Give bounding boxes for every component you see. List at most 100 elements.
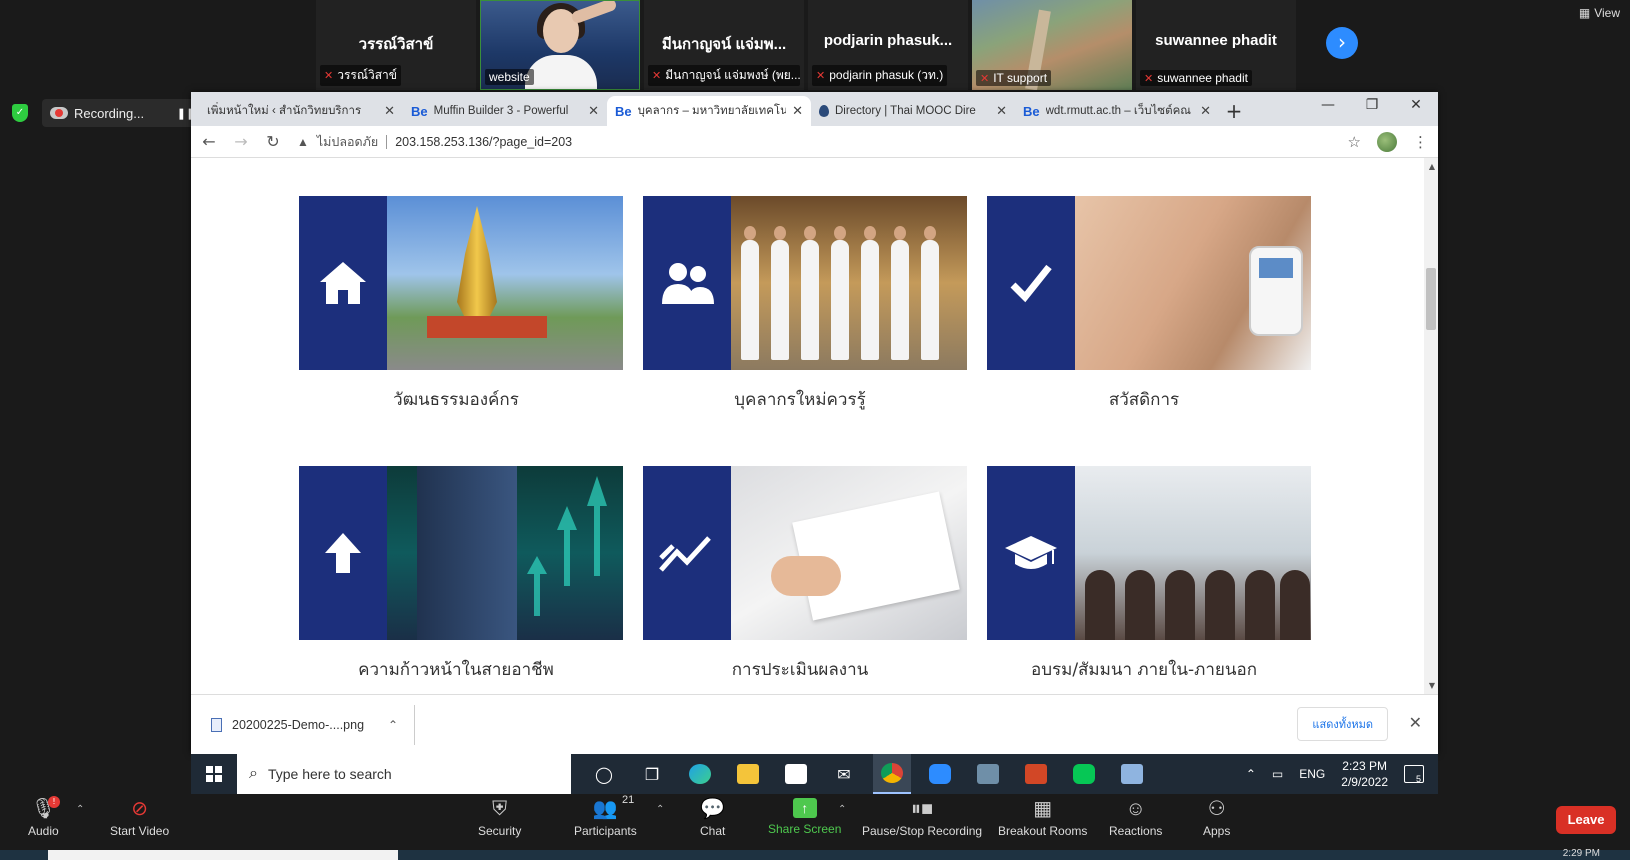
card-label[interactable]: บุคลากรใหม่ควรรู้ [643,386,967,413]
participant-tile[interactable]: วรรณ์วิสาข์ ✕ วรรณ์วิสาข์ [316,0,476,90]
line-icon[interactable] [1065,754,1103,794]
task-view-icon[interactable]: ❐ [633,754,671,794]
chat-icon: 💬 [700,798,726,820]
photos-icon[interactable] [969,754,1007,794]
tab-title: บุคลากร – มหาวิทยาลัยเทคโนโล [637,105,787,117]
mic-off-icon: ✕ [1144,72,1154,85]
new-tab-icon[interactable]: + [1219,96,1249,126]
chat-button[interactable]: 💬 Chat [700,798,725,838]
edge-icon[interactable] [681,754,719,794]
card-evaluation[interactable]: การประเมินผลงาน [643,466,967,683]
back-icon[interactable]: ← [201,132,217,151]
browser-tab[interactable]: Directory | Thai MOOC Dire ✕ [811,96,1015,126]
language-indicator[interactable]: ENG [1299,767,1325,781]
browser-tab[interactable]: Be Muffin Builder 3 - Powerful ✕ [403,96,607,126]
store-icon[interactable] [777,754,815,794]
cloud-record-icon [50,107,68,119]
share-screen-button[interactable]: ↑ Share Screen [768,798,841,836]
close-icon[interactable]: ✕ [792,103,803,119]
start-video-button[interactable]: ⊘ Start Video [110,798,169,838]
reactions-button[interactable]: ☺ Reactions [1109,798,1162,838]
participant-tile-video[interactable]: ✕ IT support [972,0,1132,90]
taskbar-clock[interactable]: 2:23 PM 2/9/2022 [1341,758,1388,790]
mail-icon[interactable]: ✉ [825,754,863,794]
file-explorer-icon[interactable] [729,754,767,794]
pause-stop-recording-button[interactable]: ⏸■ Pause/Stop Recording [862,798,982,838]
participant-tile[interactable]: suwannee phadit ✕ suwannee phadit [1136,0,1296,90]
star-icon[interactable]: ☆ [1348,133,1361,151]
close-window-icon[interactable]: ✕ [1394,92,1438,122]
show-all-button[interactable]: แสดงทั้งหมด [1297,707,1388,741]
card-welfare[interactable]: สวัสดิการ [987,196,1311,413]
close-icon[interactable]: ✕ [1409,713,1422,733]
participants-options-chevron-icon[interactable]: ⌃ [656,804,664,815]
insecure-label[interactable]: ไม่ปลอดภัย [317,132,378,152]
chrome-icon[interactable] [873,754,911,794]
page-viewport: วัฒนธรรมองค์กร บุคลากรใหม่ควรรู้ สวัสดิก… [191,158,1438,694]
notification-icon[interactable]: 5 [1404,765,1424,784]
close-icon[interactable]: ✕ [996,103,1007,119]
breakout-rooms-button[interactable]: ▦ Breakout Rooms [998,798,1087,838]
scroll-down-icon[interactable]: ▼ [1429,681,1435,690]
behance-favicon-icon: Be [411,103,428,119]
minimize-icon[interactable]: — [1306,92,1350,122]
cortana-icon[interactable]: ◯ [585,754,623,794]
chevron-up-icon[interactable]: ⌃ [388,718,398,732]
card-label[interactable]: วัฒนธรรมองค์กร [299,386,623,413]
view-button[interactable]: ▦ View [1579,6,1620,20]
tray-chevron-icon[interactable]: ⌃ [1246,767,1256,781]
browser-tab-active[interactable]: Be บุคลากร – มหาวิทยาลัยเทคโนโล ✕ [607,96,811,126]
restore-icon[interactable]: ❐ [1350,92,1394,122]
share-options-chevron-icon[interactable]: ⌃ [838,804,846,815]
windows-start-icon[interactable] [191,754,237,794]
card-career[interactable]: ความก้าวหน้าในสายอาชีพ [299,466,623,683]
recording-label: Recording... [74,105,145,121]
download-bar: 20200225-Demo-....png ⌃ แสดงทั้งหมด ✕ [191,694,1438,754]
card-photo [387,196,623,370]
apps-button[interactable]: ⚇ Apps [1203,798,1230,838]
card-new-staff[interactable]: บุคลากรใหม่ควรรู้ [643,196,967,413]
close-icon[interactable]: ✕ [384,103,395,119]
card-culture[interactable]: วัฒนธรรมองค์กร [299,196,623,413]
close-icon[interactable]: ✕ [588,103,599,119]
audio-options-chevron-icon[interactable]: ⌃ [76,804,84,815]
participant-label-text: วรรณ์วิสาข์ [337,68,397,82]
card-label[interactable]: สวัสดิการ [987,386,1311,413]
participant-tile-video[interactable]: website [480,0,640,90]
page-scrollbar[interactable]: ▲ ▼ [1424,158,1438,694]
chevron-right-icon[interactable]: › [1326,27,1358,59]
participant-tile[interactable]: podjarin phasuk... ✕ podjarin phasuk (วท.… [808,0,968,90]
url-text[interactable]: 203.158.253.136/?page_id=203 [395,135,572,149]
notification-count: 5 [1415,774,1421,784]
window-controls: — ❐ ✕ [1306,92,1438,122]
shield-icon[interactable]: ✓ [12,104,28,122]
notes-icon[interactable] [1113,754,1151,794]
participants-count: 21 [622,794,635,806]
zoom-icon[interactable] [921,754,959,794]
leave-button[interactable]: Leave [1556,806,1616,834]
browser-tab[interactable]: Be wdt.rmutt.ac.th – เว็บไซต์คณ ✕ [1015,96,1219,126]
video-off-icon: ⊘ [131,798,148,820]
security-button[interactable]: ⛨ Security [478,798,521,838]
participant-label: ✕ วรรณ์วิสาข์ [320,65,401,86]
powerpoint-icon[interactable] [1017,754,1055,794]
scroll-thumb[interactable] [1426,268,1436,330]
forward-icon[interactable]: → [233,132,249,151]
participant-tile[interactable]: มีนกาญจน์ แจ่มพ... ✕ มีนกาญจน์ แจ่มพงษ์ (… [644,0,804,90]
taskbar-search[interactable]: ⌕ Type here to search [237,754,571,794]
address-bar[interactable]: ▲ ไม่ปลอดภัย 203.158.253.136/?page_id=20… [297,129,1332,155]
scroll-up-icon[interactable]: ▲ [1429,162,1435,171]
reload-icon[interactable]: ↻ [265,132,281,151]
card-training[interactable]: อบรม/สัมมนา ภายใน-ภายนอก [987,466,1311,683]
more-menu-icon[interactable]: ⋮ [1413,133,1428,151]
card-photo [1075,466,1311,640]
browser-tab[interactable]: เพิ่มหน้าใหม่ ‹ สำนักวิทยบริการ ✕ [199,96,403,126]
card-label[interactable]: อบรม/สัมมนา ภายใน-ภายนอก [987,656,1311,683]
card-label[interactable]: ความก้าวหน้าในสายอาชีพ [299,656,623,683]
profile-avatar[interactable] [1377,131,1397,152]
reactions-label: Reactions [1109,824,1163,838]
network-icon[interactable]: ▭ [1272,767,1283,781]
card-label[interactable]: การประเมินผลงาน [643,656,967,683]
close-icon[interactable]: ✕ [1200,103,1211,119]
download-file-name[interactable]: 20200225-Demo-....png [232,718,364,732]
